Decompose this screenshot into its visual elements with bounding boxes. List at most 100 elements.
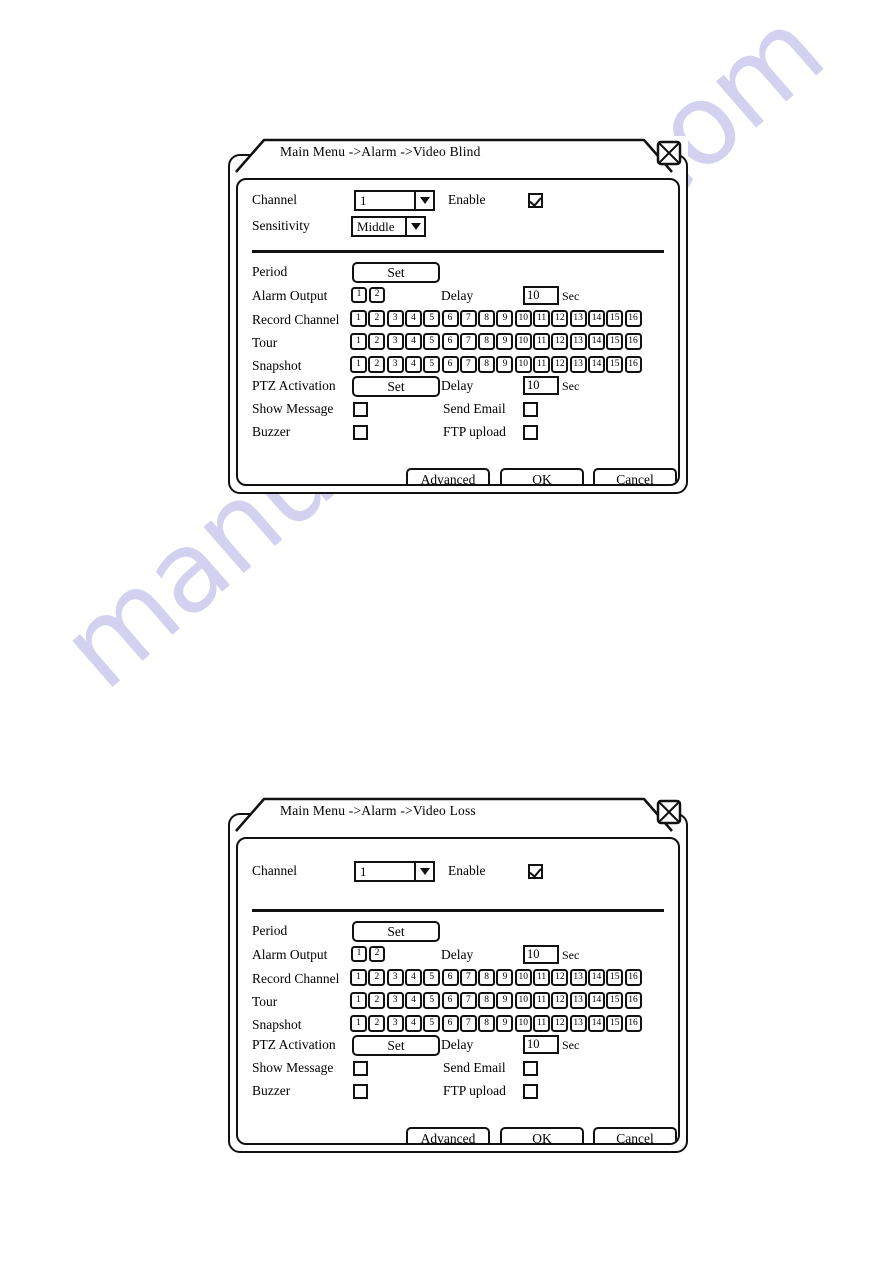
snapshot-grid-box-16[interactable]: 16 bbox=[624, 1015, 642, 1032]
tour-grid-box-7[interactable]: 7 bbox=[459, 992, 477, 1009]
record-channel-grid-box-14[interactable]: 14 bbox=[587, 969, 605, 986]
tour-grid-box-6[interactable]: 6 bbox=[441, 992, 459, 1009]
tour-grid-box-4[interactable]: 4 bbox=[404, 992, 422, 1009]
advanced-button[interactable]: Advanced bbox=[406, 468, 490, 484]
tour-grid-box-9[interactable]: 9 bbox=[496, 992, 514, 1009]
cancel-button[interactable]: Cancel bbox=[593, 468, 677, 484]
snapshot-grid-box-7[interactable]: 7 bbox=[459, 1015, 477, 1032]
tour-grid-box-11[interactable]: 11 bbox=[533, 333, 551, 350]
period-set-button[interactable]: Set bbox=[352, 921, 440, 942]
snapshot-grid-box-5[interactable]: 5 bbox=[423, 1015, 441, 1032]
snapshot-grid-box-5[interactable]: 5 bbox=[423, 356, 441, 373]
cancel-button[interactable]: Cancel bbox=[593, 1127, 677, 1143]
channel-select[interactable]: 1 bbox=[354, 861, 435, 882]
tour-grid-box-5[interactable]: 5 bbox=[423, 992, 441, 1009]
enable-checkbox[interactable] bbox=[528, 193, 543, 208]
delay-input-1[interactable]: 10 bbox=[523, 945, 559, 964]
alarm-output-box-1[interactable]: 1 bbox=[351, 946, 367, 962]
tour-grid-box-10[interactable]: 10 bbox=[514, 333, 532, 350]
record-channel-grid-box-11[interactable]: 11 bbox=[533, 969, 551, 986]
record-channel-grid-box-4[interactable]: 4 bbox=[404, 310, 422, 327]
record-channel-grid-box-15[interactable]: 15 bbox=[606, 969, 624, 986]
snapshot-grid-box-12[interactable]: 12 bbox=[551, 1015, 569, 1032]
snapshot-grid-box-1[interactable]: 1 bbox=[350, 356, 368, 373]
tour-grid-box-11[interactable]: 11 bbox=[533, 992, 551, 1009]
snapshot-grid-box-14[interactable]: 14 bbox=[587, 356, 605, 373]
snapshot-grid-box-6[interactable]: 6 bbox=[441, 1015, 459, 1032]
tour-grid-box-14[interactable]: 14 bbox=[587, 333, 605, 350]
snapshot-grid-box-7[interactable]: 7 bbox=[459, 356, 477, 373]
delay-input-1[interactable]: 10 bbox=[523, 286, 559, 305]
record-channel-grid-box-9[interactable]: 9 bbox=[496, 969, 514, 986]
buzzer-checkbox[interactable] bbox=[353, 425, 368, 440]
ptz-set-button[interactable]: Set bbox=[352, 1035, 440, 1056]
tour-grid-box-3[interactable]: 3 bbox=[386, 333, 404, 350]
snapshot-grid-box-15[interactable]: 15 bbox=[606, 1015, 624, 1032]
sensitivity-select[interactable]: Middle bbox=[351, 216, 426, 237]
send-email-checkbox[interactable] bbox=[523, 402, 538, 417]
record-channel-grid-box-13[interactable]: 13 bbox=[569, 969, 587, 986]
tour-grid-box-2[interactable]: 2 bbox=[368, 992, 386, 1009]
snapshot-grid-box-10[interactable]: 10 bbox=[514, 1015, 532, 1032]
record-channel-grid-box-6[interactable]: 6 bbox=[441, 310, 459, 327]
show-message-checkbox[interactable] bbox=[353, 402, 368, 417]
tour-grid-box-1[interactable]: 1 bbox=[350, 992, 368, 1009]
record-channel-grid-box-16[interactable]: 16 bbox=[624, 969, 642, 986]
tour-grid-box-9[interactable]: 9 bbox=[496, 333, 514, 350]
record-channel-grid-box-9[interactable]: 9 bbox=[496, 310, 514, 327]
close-x-icon[interactable] bbox=[656, 799, 682, 825]
snapshot-grid-box-14[interactable]: 14 bbox=[587, 1015, 605, 1032]
ptz-set-button[interactable]: Set bbox=[352, 376, 440, 397]
record-channel-grid-box-16[interactable]: 16 bbox=[624, 310, 642, 327]
send-email-checkbox[interactable] bbox=[523, 1061, 538, 1076]
advanced-button[interactable]: Advanced bbox=[406, 1127, 490, 1143]
snapshot-grid-box-11[interactable]: 11 bbox=[533, 356, 551, 373]
tour-grid-box-8[interactable]: 8 bbox=[478, 333, 496, 350]
tour-grid-box-8[interactable]: 8 bbox=[478, 992, 496, 1009]
snapshot-grid-box-9[interactable]: 9 bbox=[496, 1015, 514, 1032]
tour-grid-box-3[interactable]: 3 bbox=[386, 992, 404, 1009]
ok-button[interactable]: OK bbox=[500, 1127, 584, 1143]
tour-grid-box-5[interactable]: 5 bbox=[423, 333, 441, 350]
snapshot-grid-box-3[interactable]: 3 bbox=[386, 356, 404, 373]
snapshot-grid-box-13[interactable]: 13 bbox=[569, 1015, 587, 1032]
snapshot-grid-box-16[interactable]: 16 bbox=[624, 356, 642, 373]
record-channel-grid-box-5[interactable]: 5 bbox=[423, 969, 441, 986]
tour-grid-box-12[interactable]: 12 bbox=[551, 992, 569, 1009]
delay-input-2[interactable]: 10 bbox=[523, 376, 559, 395]
record-channel-grid-box-12[interactable]: 12 bbox=[551, 969, 569, 986]
snapshot-grid-box-9[interactable]: 9 bbox=[496, 356, 514, 373]
record-channel-grid-box-3[interactable]: 3 bbox=[386, 310, 404, 327]
tour-grid-box-16[interactable]: 16 bbox=[624, 992, 642, 1009]
tour-grid-box-6[interactable]: 6 bbox=[441, 333, 459, 350]
snapshot-grid-box-4[interactable]: 4 bbox=[404, 356, 422, 373]
record-channel-grid-box-6[interactable]: 6 bbox=[441, 969, 459, 986]
record-channel-grid-box-15[interactable]: 15 bbox=[606, 310, 624, 327]
snapshot-grid-box-4[interactable]: 4 bbox=[404, 1015, 422, 1032]
record-channel-grid-box-1[interactable]: 1 bbox=[350, 310, 368, 327]
snapshot-grid-box-6[interactable]: 6 bbox=[441, 356, 459, 373]
alarm-output-box-2[interactable]: 2 bbox=[369, 287, 385, 303]
snapshot-grid-box-8[interactable]: 8 bbox=[478, 1015, 496, 1032]
snapshot-grid-box-15[interactable]: 15 bbox=[606, 356, 624, 373]
snapshot-grid-box-10[interactable]: 10 bbox=[514, 356, 532, 373]
channel-select[interactable]: 1 bbox=[354, 190, 435, 211]
record-channel-grid-box-11[interactable]: 11 bbox=[533, 310, 551, 327]
tour-grid-box-15[interactable]: 15 bbox=[606, 333, 624, 350]
record-channel-grid-box-5[interactable]: 5 bbox=[423, 310, 441, 327]
record-channel-grid-box-13[interactable]: 13 bbox=[569, 310, 587, 327]
record-channel-grid-box-3[interactable]: 3 bbox=[386, 969, 404, 986]
snapshot-grid-box-3[interactable]: 3 bbox=[386, 1015, 404, 1032]
snapshot-grid-box-12[interactable]: 12 bbox=[551, 356, 569, 373]
alarm-output-box-2[interactable]: 2 bbox=[369, 946, 385, 962]
record-channel-grid-box-7[interactable]: 7 bbox=[459, 310, 477, 327]
snapshot-grid-box-2[interactable]: 2 bbox=[368, 1015, 386, 1032]
ftp-upload-checkbox[interactable] bbox=[523, 425, 538, 440]
record-channel-grid-box-2[interactable]: 2 bbox=[368, 969, 386, 986]
record-channel-grid-box-10[interactable]: 10 bbox=[514, 310, 532, 327]
record-channel-grid-box-2[interactable]: 2 bbox=[368, 310, 386, 327]
record-channel-grid-box-8[interactable]: 8 bbox=[478, 310, 496, 327]
tour-grid-box-13[interactable]: 13 bbox=[569, 992, 587, 1009]
ok-button[interactable]: OK bbox=[500, 468, 584, 484]
tour-grid-box-16[interactable]: 16 bbox=[624, 333, 642, 350]
